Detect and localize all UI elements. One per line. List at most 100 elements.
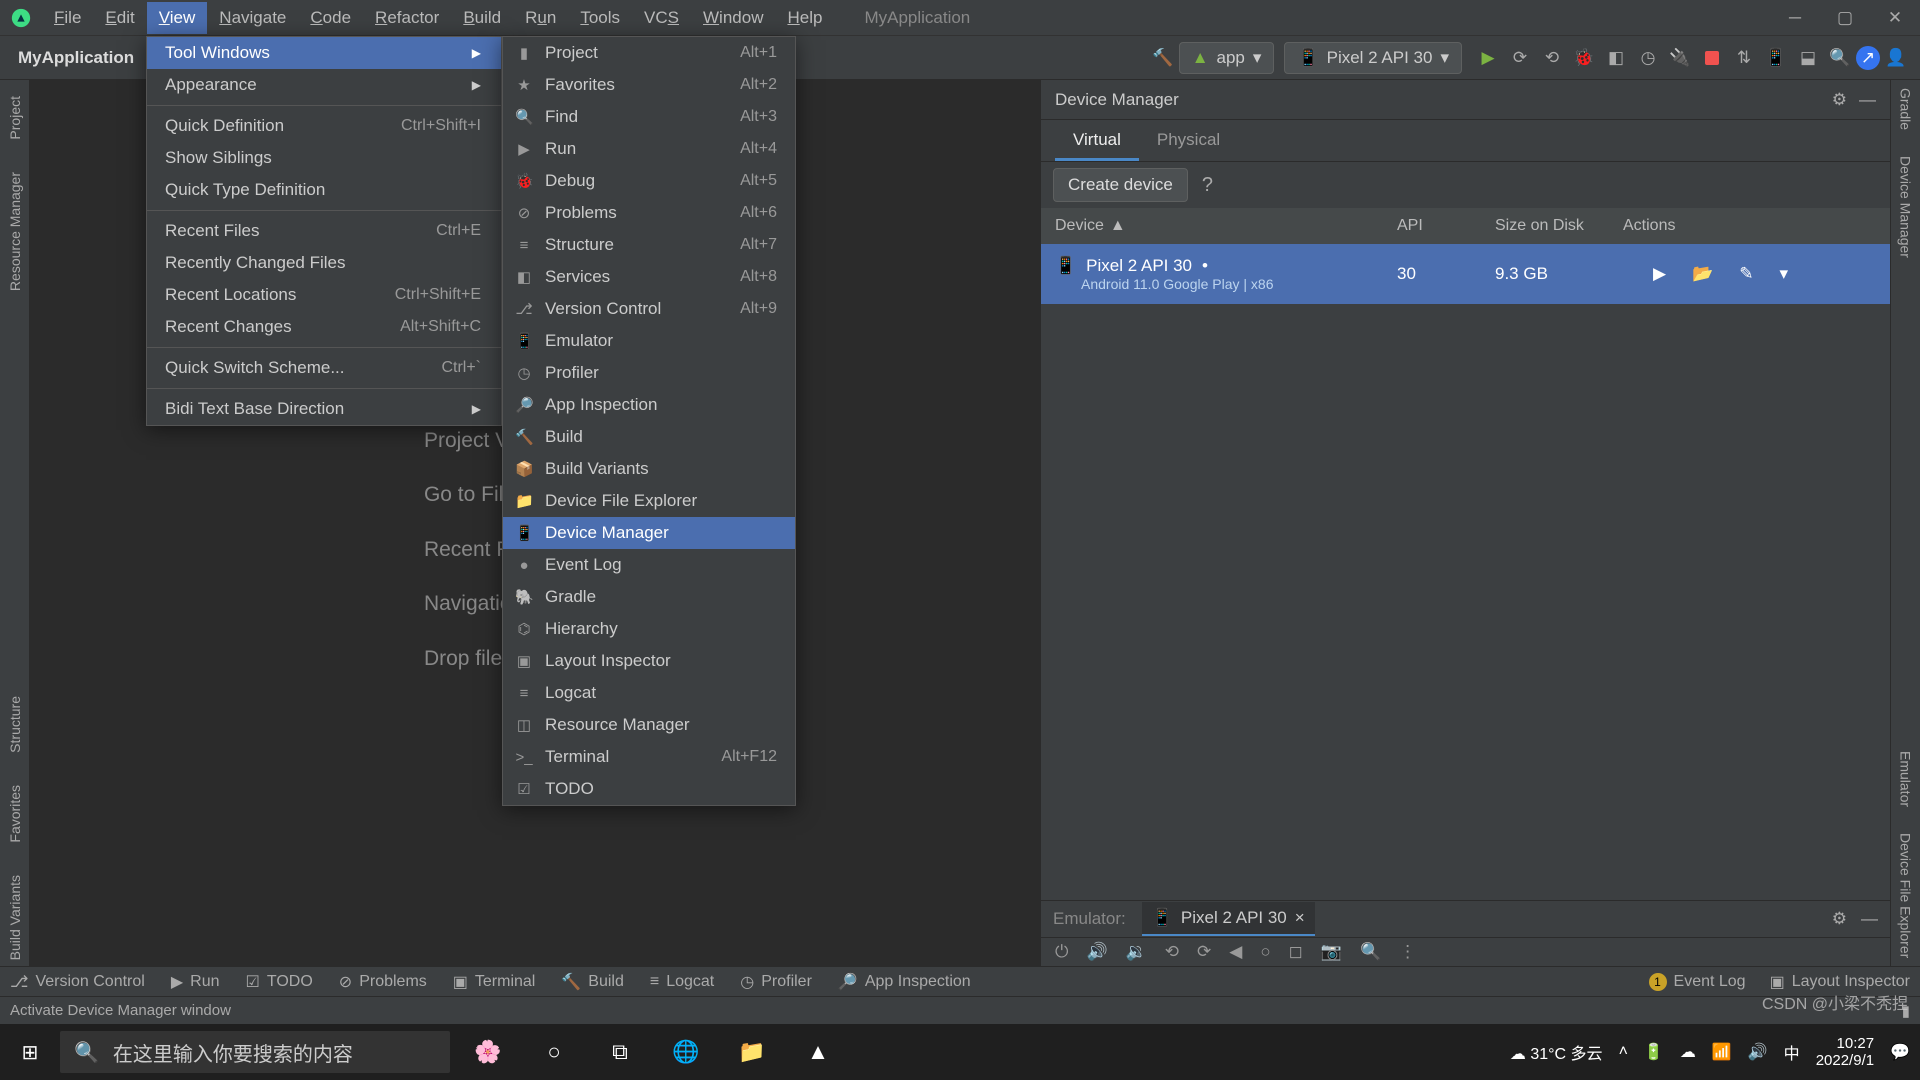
bottom-tab-build[interactable]: 🔨 Build: [561, 972, 624, 992]
tray-chevron-icon[interactable]: ˄: [1619, 1043, 1628, 1061]
overview-icon[interactable]: ◻: [1289, 942, 1303, 962]
debug-icon[interactable]: 🐞: [1570, 44, 1598, 72]
taskbar-explorer-icon[interactable]: 📁: [724, 1024, 780, 1080]
view-menu-item[interactable]: Quick DefinitionCtrl+Shift+I: [147, 110, 501, 142]
menu-edit[interactable]: Edit: [93, 2, 146, 34]
bottom-tab-profiler[interactable]: ◷ Profiler: [740, 972, 812, 992]
left-tab-build-variants[interactable]: Build Variants: [7, 869, 23, 966]
tool-window-item[interactable]: 🐘Gradle: [503, 581, 795, 613]
more-vert-icon[interactable]: ⋮: [1399, 942, 1416, 962]
device-row[interactable]: 📱Pixel 2 API 30 • Android 11.0 Google Pl…: [1041, 244, 1890, 304]
col-device[interactable]: Device: [1055, 217, 1104, 235]
menu-help[interactable]: Help: [775, 2, 834, 34]
bottom-tab-run[interactable]: ▶ Run: [171, 972, 220, 992]
left-tab-project[interactable]: Project: [7, 90, 23, 146]
tool-window-item[interactable]: 🔎App Inspection: [503, 389, 795, 421]
tool-window-item[interactable]: ▶RunAlt+4: [503, 133, 795, 165]
screenshot-icon[interactable]: 📷: [1321, 942, 1342, 962]
rotate-left-icon[interactable]: ⟲: [1165, 942, 1179, 962]
view-menu-item[interactable]: Bidi Text Base Direction▶: [147, 393, 501, 425]
notifications-icon[interactable]: 💬: [1890, 1042, 1910, 1062]
tool-window-item[interactable]: ◷Profiler: [503, 357, 795, 389]
col-api[interactable]: API: [1397, 217, 1495, 235]
maximize-icon[interactable]: ▢: [1820, 0, 1870, 36]
home-icon[interactable]: ○: [1260, 942, 1270, 962]
apply-code-icon[interactable]: ⟲: [1538, 44, 1566, 72]
minimize-icon[interactable]: ─: [1770, 0, 1820, 36]
tool-window-item[interactable]: 🔨Build: [503, 421, 795, 453]
bottom-tab-layout-inspector[interactable]: ▣ Layout Inspector: [1770, 972, 1910, 992]
tool-window-item[interactable]: ●Event Log: [503, 549, 795, 581]
view-menu-item[interactable]: Recent LocationsCtrl+Shift+E: [147, 279, 501, 311]
create-device-button[interactable]: Create device: [1053, 168, 1188, 202]
menu-run[interactable]: Run: [513, 2, 568, 34]
start-button[interactable]: ⊞: [0, 1040, 60, 1065]
tab-virtual[interactable]: Virtual: [1055, 120, 1139, 161]
device-dropdown[interactable]: 📱 Pixel 2 API 30 ▾: [1284, 42, 1462, 74]
left-tab-favorites[interactable]: Favorites: [7, 779, 23, 849]
avd-icon[interactable]: 📱: [1762, 44, 1790, 72]
user-icon[interactable]: 👤: [1882, 44, 1910, 72]
left-tab-resource-manager[interactable]: Resource Manager: [7, 166, 23, 297]
back-icon[interactable]: ◀: [1229, 942, 1242, 962]
bottom-tab-app-inspection[interactable]: 🔎 App Inspection: [838, 972, 971, 992]
menu-view[interactable]: View: [147, 2, 208, 34]
search-everywhere-icon[interactable]: ↗: [1856, 46, 1880, 70]
tool-window-item[interactable]: ⎇Version ControlAlt+9: [503, 293, 795, 325]
menu-refactor[interactable]: Refactor: [363, 2, 451, 34]
view-menu-item[interactable]: Show Siblings: [147, 142, 501, 174]
minimize-panel-icon[interactable]: —: [1861, 909, 1878, 929]
minimize-panel-icon[interactable]: —: [1859, 90, 1876, 110]
view-menu-item[interactable]: Tool Windows▶: [147, 37, 501, 69]
launch-icon[interactable]: ▶: [1653, 264, 1666, 284]
view-menu-item[interactable]: Appearance▶: [147, 69, 501, 101]
taskbar-search[interactable]: 🔍 在这里输入你要搜索的内容: [60, 1031, 450, 1073]
tool-window-item[interactable]: ▮ProjectAlt+1: [503, 37, 795, 69]
taskbar-taskview-icon[interactable]: ⧉: [592, 1024, 648, 1080]
tab-physical[interactable]: Physical: [1139, 120, 1238, 161]
tool-window-item[interactable]: ☑TODO: [503, 773, 795, 805]
menu-navigate[interactable]: Navigate: [207, 2, 298, 34]
taskbar-edge-icon[interactable]: 🌐: [658, 1024, 714, 1080]
volume-down-icon[interactable]: 🔉: [1126, 942, 1147, 962]
wifi-icon[interactable]: 📶: [1712, 1042, 1732, 1062]
right-tab-gradle[interactable]: Gradle: [1898, 80, 1914, 138]
build-hammer-icon[interactable]: 🔨: [1149, 44, 1177, 72]
menu-vcs[interactable]: VCS: [632, 2, 691, 34]
rotate-right-icon[interactable]: ⟳: [1197, 942, 1211, 962]
stop-icon[interactable]: [1705, 51, 1719, 65]
gear-icon[interactable]: ⚙: [1832, 90, 1847, 110]
tool-window-item[interactable]: 📦Build Variants: [503, 453, 795, 485]
profile-icon[interactable]: ◷: [1634, 44, 1662, 72]
taskbar-cortana-icon[interactable]: ○: [526, 1024, 582, 1080]
help-icon[interactable]: ?: [1202, 174, 1213, 197]
view-menu-item[interactable]: Recently Changed Files: [147, 247, 501, 279]
view-menu-item[interactable]: Quick Type Definition: [147, 174, 501, 206]
bottom-tab-todo[interactable]: ☑ TODO: [246, 972, 313, 992]
col-size[interactable]: Size on Disk: [1495, 217, 1623, 235]
bottom-tab-terminal[interactable]: ▣ Terminal: [453, 972, 536, 992]
battery-icon[interactable]: 🔋: [1644, 1042, 1664, 1062]
view-menu-item[interactable]: Quick Switch Scheme...Ctrl+`: [147, 352, 501, 384]
onedrive-icon[interactable]: ☁: [1680, 1042, 1696, 1062]
close-tab-icon[interactable]: ×: [1295, 908, 1305, 928]
gear-icon[interactable]: ⚙: [1832, 909, 1847, 929]
tool-window-item[interactable]: 📱Device Manager: [503, 517, 795, 549]
run-config-dropdown[interactable]: ▲ app ▾: [1179, 42, 1275, 74]
weather-widget[interactable]: ☁ 31°C 多云: [1510, 1040, 1603, 1064]
bottom-tab-event-log[interactable]: 1 Event Log: [1649, 972, 1746, 992]
project-breadcrumb[interactable]: MyApplication: [8, 48, 144, 68]
close-icon[interactable]: ✕: [1870, 0, 1920, 36]
coverage-icon[interactable]: ◧: [1602, 44, 1630, 72]
right-tab-emulator[interactable]: Emulator: [1898, 743, 1914, 815]
right-tab-device-manager[interactable]: Device Manager: [1898, 148, 1914, 266]
sdk-icon[interactable]: ⬓: [1794, 44, 1822, 72]
more-icon[interactable]: ▾: [1780, 264, 1789, 284]
tool-window-item[interactable]: >_TerminalAlt+F12: [503, 741, 795, 773]
bottom-tab-problems[interactable]: ⊘ Problems: [339, 972, 427, 992]
tool-window-item[interactable]: ▣Layout Inspector: [503, 645, 795, 677]
power-icon[interactable]: ⏻: [1055, 942, 1068, 962]
tool-window-item[interactable]: 🐞DebugAlt+5: [503, 165, 795, 197]
tool-window-item[interactable]: ⌬Hierarchy: [503, 613, 795, 645]
view-menu-item[interactable]: Recent FilesCtrl+E: [147, 215, 501, 247]
